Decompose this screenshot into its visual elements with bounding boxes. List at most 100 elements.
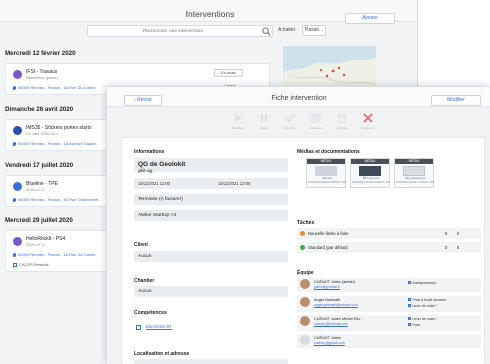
checkbox-icon [408,298,411,301]
media-item[interactable]: MÉDIA BKT logo com 10/02/2021 11h00 CUÉN… [350,158,390,188]
workshop-field: Atelier StartUp <3 [134,210,288,221]
media-item[interactable]: MÉDIA Docs ShowHome 10/02/2021 11h00 CUÉ… [394,158,434,188]
fiche-intervention-window: ‹ Retour Fiche intervention Modifier Dém… [106,86,490,364]
member-role: Pose [408,323,420,327]
media-preview [315,166,337,176]
search-input[interactable] [88,26,258,36]
card-address-text: 50000 Rennes - France - 54 Rue Chardonne… [18,197,99,202]
day-heading: Dimanche 26 avril 2020 [5,106,74,113]
task-status-dot [300,245,305,250]
card-subtitle: 2020-07-1 [26,187,45,192]
avatar [300,335,310,345]
delete-action-label: Supprimer [361,126,375,130]
date-start: 18/11/2021 11:00 [138,181,170,186]
intervention-ref-field: gkit-qg [138,169,153,174]
taches-heading: Tâches [297,220,315,226]
back-button[interactable]: ‹ Retour [124,95,162,106]
filter-todo-option[interactable]: A traiter [278,27,295,33]
team-member[interactable]: CUÉNOT Julien Michel Elio cuenot.j@hotma… [297,315,481,331]
member-role-text: Entrepreneur(e) [412,281,437,285]
pin-icon [13,198,16,202]
member-name: Auger Gwenaël [314,298,341,302]
pin-icon [13,86,16,90]
status-field: Terminée (A facturer) [134,194,288,205]
card-address[interactable]: 50000 Rennes - France - 18 Avenue Gaston [13,141,96,146]
task-unit: h [457,245,460,250]
media-name-link[interactable]: Docs ShowHome [396,177,434,180]
client-avatar [13,126,22,135]
member-role-text: Pose à boule dynceve [412,298,446,302]
member-email-link[interactable]: cuenot.j@hotmail.com [314,322,348,326]
task-count: 0 [445,245,448,250]
add-intervention-button[interactable]: Ajouter [345,13,395,24]
client-avatar [13,70,22,79]
media-item[interactable]: MÉDIA mémoire 10/02/2021 09h40 CUÉNOT Ju… [306,158,346,188]
edit-button[interactable]: Modifier [431,95,481,106]
archive-action[interactable]: Archiver [331,111,353,131]
localisation-heading: Localisation et adresse [134,351,190,357]
card-address[interactable]: 50000 Rennes - France - 54 Rue Chardonne… [13,197,99,202]
checkbox-icon [408,323,411,326]
pause-action[interactable]: Pause [253,111,275,131]
member-email-link[interactable]: cuenot.j@gmail.com [314,341,345,345]
card-address-text: 50000 Rennes - France - 18 Avenue Gaston [18,141,97,146]
task-row[interactable]: Nouvelle tâche à faire 0 h [297,228,481,239]
check-icon [285,114,295,123]
competence-link[interactable]: Electricité BT [146,324,172,329]
card-skill-text: CACES Fenwick [19,262,49,267]
media-heading: Médias et documentations [297,149,360,155]
start-action-label: Démarrer [232,126,244,130]
pin-icon [13,142,16,146]
card-address[interactable]: 50000 Rennes - France - 18 Rue Du Corbin [13,85,96,90]
task-unit: h [457,231,460,236]
member-email-link[interactable]: auger.gwenael@hotmail.com [314,303,358,307]
checkbox-icon [408,317,411,320]
member-role-text: Lever de roulle ! [412,317,437,321]
member-role-text: Pose [412,323,421,327]
fiche-content: Informations QG de Geolokit gkit-qg 18/1… [121,137,485,364]
team-member[interactable]: CUÉNOT Julien cuenot.j@gmail.com [297,334,481,348]
media-meta: 10/02/2021 09h40 CUÉNOT Julien [308,181,346,184]
delete-action[interactable]: Supprimer [357,111,379,131]
search-bar[interactable] [87,25,273,37]
task-label: Standard (par défaut) [308,245,348,250]
fiche-header: ‹ Retour Fiche intervention Modifier [107,87,490,107]
media-meta: 10/02/2021 11h00 CUÉNOT Julien [352,181,390,184]
task-row[interactable]: Standard (par défaut) 0 h [297,242,481,253]
dates-field: 18/11/2021 11:00 18/11/2021 12:00 [134,178,288,189]
skill-icon [13,263,17,267]
client-avatar [13,182,22,191]
checkbox-icon [408,281,411,284]
media-name-link[interactable]: mémoire [308,177,346,180]
list-title: Interventions [185,9,235,19]
skill-icon [136,325,141,330]
media-type-label: MÉDIA [351,159,389,164]
finish-action[interactable]: Terminer [279,111,301,131]
member-email-link[interactable]: julien@geolokit.fr [314,285,340,289]
client-field[interactable]: Aucun [134,251,288,262]
start-action[interactable]: Démarrer [227,111,249,131]
member-name: CUÉNOT Julien Michel Elio [314,317,361,321]
duplicate-action-label: Dupliquer [310,126,322,130]
team-member[interactable]: Auger Gwenaël auger.gwenael@hotmail.com … [297,296,481,312]
card-subtitle: Référence (pince) [26,75,58,80]
address-field[interactable] [134,359,288,364]
media-name-link[interactable]: BKT logo com [352,177,390,180]
card-address[interactable]: 50000 Rennes - France - 18 Rue Du Corbin [13,252,96,257]
pause-action-label: Pause [260,126,268,130]
duplicate-action[interactable]: Dupliquer [305,111,327,131]
pause-icon [261,114,267,122]
filter-past-select[interactable]: Passé... [302,25,326,36]
day-heading: Mercredi 29 juillet 2020 [5,217,73,224]
member-role: Pose à boule dynceve [408,298,446,302]
chantier-field[interactable]: Aucun [134,286,288,297]
status-badge: En cours [214,69,243,77]
member-role: Entrepreneur(e) [408,281,436,285]
search-icon[interactable] [262,27,271,36]
avatar [300,316,310,326]
client-avatar [13,237,22,246]
member-name: CUÉNOT Julien (admin) [314,280,355,284]
team-member[interactable]: CUÉNOT Julien (admin) julien@geolokit.fr… [297,278,481,292]
chantier-heading: Chantier [134,278,155,284]
card-address-text: 50000 Rennes - France - 18 Rue Du Corbin [18,85,96,90]
